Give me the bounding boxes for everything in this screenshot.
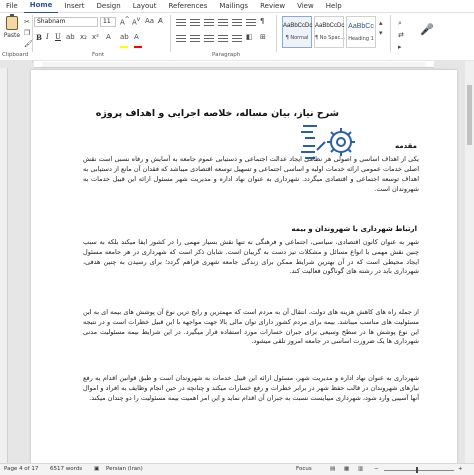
increase-indent-icon[interactable] bbox=[232, 19, 242, 27]
styles-scroll-down-icon[interactable]: ▾ bbox=[379, 29, 383, 37]
font-group-label: Font bbox=[92, 52, 104, 58]
font-color-icon[interactable]: A bbox=[134, 33, 139, 41]
align-center-icon[interactable] bbox=[190, 35, 200, 43]
justify-icon[interactable] bbox=[218, 35, 228, 43]
underline-button[interactable]: U bbox=[55, 33, 61, 41]
language-indicator[interactable]: Persian (Iran) bbox=[106, 466, 143, 472]
tab-mailings[interactable]: Mailings bbox=[213, 0, 254, 13]
proofing-icon[interactable]: ▣ bbox=[94, 466, 99, 472]
paste-label: Paste bbox=[3, 32, 21, 39]
font-color-swatch bbox=[134, 46, 142, 48]
font-name-select[interactable]: Shabnam bbox=[34, 17, 98, 27]
web-layout-icon[interactable]: ▥ bbox=[358, 466, 363, 472]
status-bar: Page 4 of 17 6517 words ▣ Persian (Iran)… bbox=[0, 463, 474, 475]
subscript-icon[interactable]: x₂ bbox=[80, 33, 87, 41]
scrollbar-thumb[interactable] bbox=[467, 85, 472, 145]
copy-icon[interactable]: ❐ bbox=[24, 29, 30, 37]
sort-icon[interactable] bbox=[246, 19, 256, 27]
focus-mode-button[interactable]: Focus bbox=[296, 466, 312, 472]
decrease-indent-icon[interactable] bbox=[218, 19, 228, 27]
ribbon-tabs: File Home Insert Design Layout References Mail… bbox=[0, 0, 474, 14]
font-size-select[interactable]: 11 bbox=[100, 17, 116, 27]
clipboard-group-label: Clipboard bbox=[2, 52, 29, 58]
select-icon[interactable]: ▸ bbox=[398, 43, 402, 51]
italic-button[interactable]: I bbox=[46, 33, 49, 41]
highlight-icon[interactable]: ab bbox=[120, 33, 129, 41]
highlight-color-swatch bbox=[120, 46, 128, 48]
print-layout-icon[interactable]: ▦ bbox=[344, 466, 349, 472]
section-paragraph-3: شهرداری به عنوان نهاد اداره و مدیریت شهر… bbox=[83, 374, 419, 402]
intro-paragraph: یکی از اهداف اساسی و اصولی هر نظامی ایجا… bbox=[83, 155, 419, 193]
zoom-out-icon[interactable]: − bbox=[374, 466, 379, 472]
styles-scroll-up-icon[interactable]: ▴ bbox=[379, 19, 383, 27]
strikethrough-icon[interactable]: ab bbox=[66, 33, 75, 41]
section-paragraph-1: شهر به عنوان کانون اقتصادی، سیاسی، اجتما… bbox=[83, 238, 419, 276]
intro-heading: مقدمه bbox=[395, 142, 417, 150]
tab-review[interactable]: Review bbox=[254, 0, 291, 13]
section-paragraph-2: از جمله راه های کاهش هزینه های دولت، انت… bbox=[83, 308, 419, 346]
document-page[interactable]: شرح نیاز، بیان مساله، خلاصه اجرایی و اهد… bbox=[31, 70, 457, 463]
clipboard-icon bbox=[6, 14, 18, 30]
tab-view[interactable]: View bbox=[291, 0, 320, 13]
word-count[interactable]: 6517 words bbox=[50, 466, 82, 472]
paste-button[interactable]: Paste bbox=[3, 14, 21, 46]
tab-references[interactable]: References bbox=[162, 0, 213, 13]
section-heading: ارتباط شهرداری با شهروندان و بیمه bbox=[291, 225, 417, 233]
tab-layout[interactable]: Layout bbox=[127, 0, 163, 13]
dictate-icon[interactable]: 🎤 bbox=[420, 23, 434, 36]
read-mode-icon[interactable]: ▤ bbox=[330, 466, 335, 472]
style-normal[interactable]: AaBbCcDc ¶ Normal bbox=[282, 16, 312, 48]
horizontal-ruler[interactable] bbox=[34, 61, 434, 68]
superscript-icon[interactable]: x² bbox=[92, 33, 99, 41]
tab-file[interactable]: File bbox=[0, 0, 24, 13]
borders-icon[interactable]: ⊞ bbox=[260, 33, 266, 41]
replace-icon[interactable]: ⇄ bbox=[398, 31, 404, 39]
document-title: شرح نیاز، بیان مساله، خلاصه اجرایی و اهد… bbox=[95, 108, 339, 119]
bullets-icon[interactable] bbox=[176, 19, 186, 27]
tab-home[interactable]: Home bbox=[23, 0, 59, 14]
align-left-icon[interactable] bbox=[176, 35, 186, 43]
grow-font-icon[interactable]: A^ bbox=[120, 17, 130, 26]
paragraph-group-label: Paragraph bbox=[212, 52, 241, 58]
cut-icon[interactable]: ✂ bbox=[24, 18, 30, 26]
bold-button[interactable]: B bbox=[36, 33, 42, 42]
tab-insert[interactable]: Insert bbox=[58, 0, 90, 13]
text-effects-icon[interactable]: A bbox=[106, 33, 111, 41]
shading-icon[interactable]: ◧ bbox=[246, 33, 253, 41]
find-icon[interactable]: ⌕ bbox=[398, 19, 402, 28]
shrink-font-icon[interactable]: Av bbox=[132, 17, 140, 26]
zoom-in-icon[interactable]: + bbox=[458, 466, 463, 472]
change-case-icon[interactable]: Aa bbox=[145, 17, 154, 25]
tab-design[interactable]: Design bbox=[91, 0, 127, 13]
tab-help[interactable]: Help bbox=[320, 0, 348, 13]
zoom-slider[interactable] bbox=[384, 470, 454, 471]
numbering-icon[interactable] bbox=[190, 19, 200, 27]
page-count[interactable]: Page 4 of 17 bbox=[4, 466, 38, 472]
vertical-ruler[interactable] bbox=[0, 68, 8, 463]
ribbon-group-labels: Clipboard Font Paragraph bbox=[0, 52, 474, 60]
line-spacing-icon[interactable] bbox=[232, 35, 242, 43]
style-no-spacing[interactable]: AaBbCcDc ¶ No Spac... bbox=[314, 16, 345, 48]
align-right-icon[interactable] bbox=[204, 35, 214, 43]
show-marks-icon[interactable]: ¶ bbox=[260, 17, 264, 25]
zoom-slider-thumb[interactable] bbox=[416, 467, 418, 473]
style-heading-1[interactable]: AaBbCc Heading 1 bbox=[346, 16, 376, 48]
vertical-scrollbar[interactable] bbox=[465, 61, 474, 463]
clear-formatting-icon[interactable]: A̸ bbox=[158, 17, 163, 25]
multilevel-list-icon[interactable] bbox=[204, 19, 214, 27]
